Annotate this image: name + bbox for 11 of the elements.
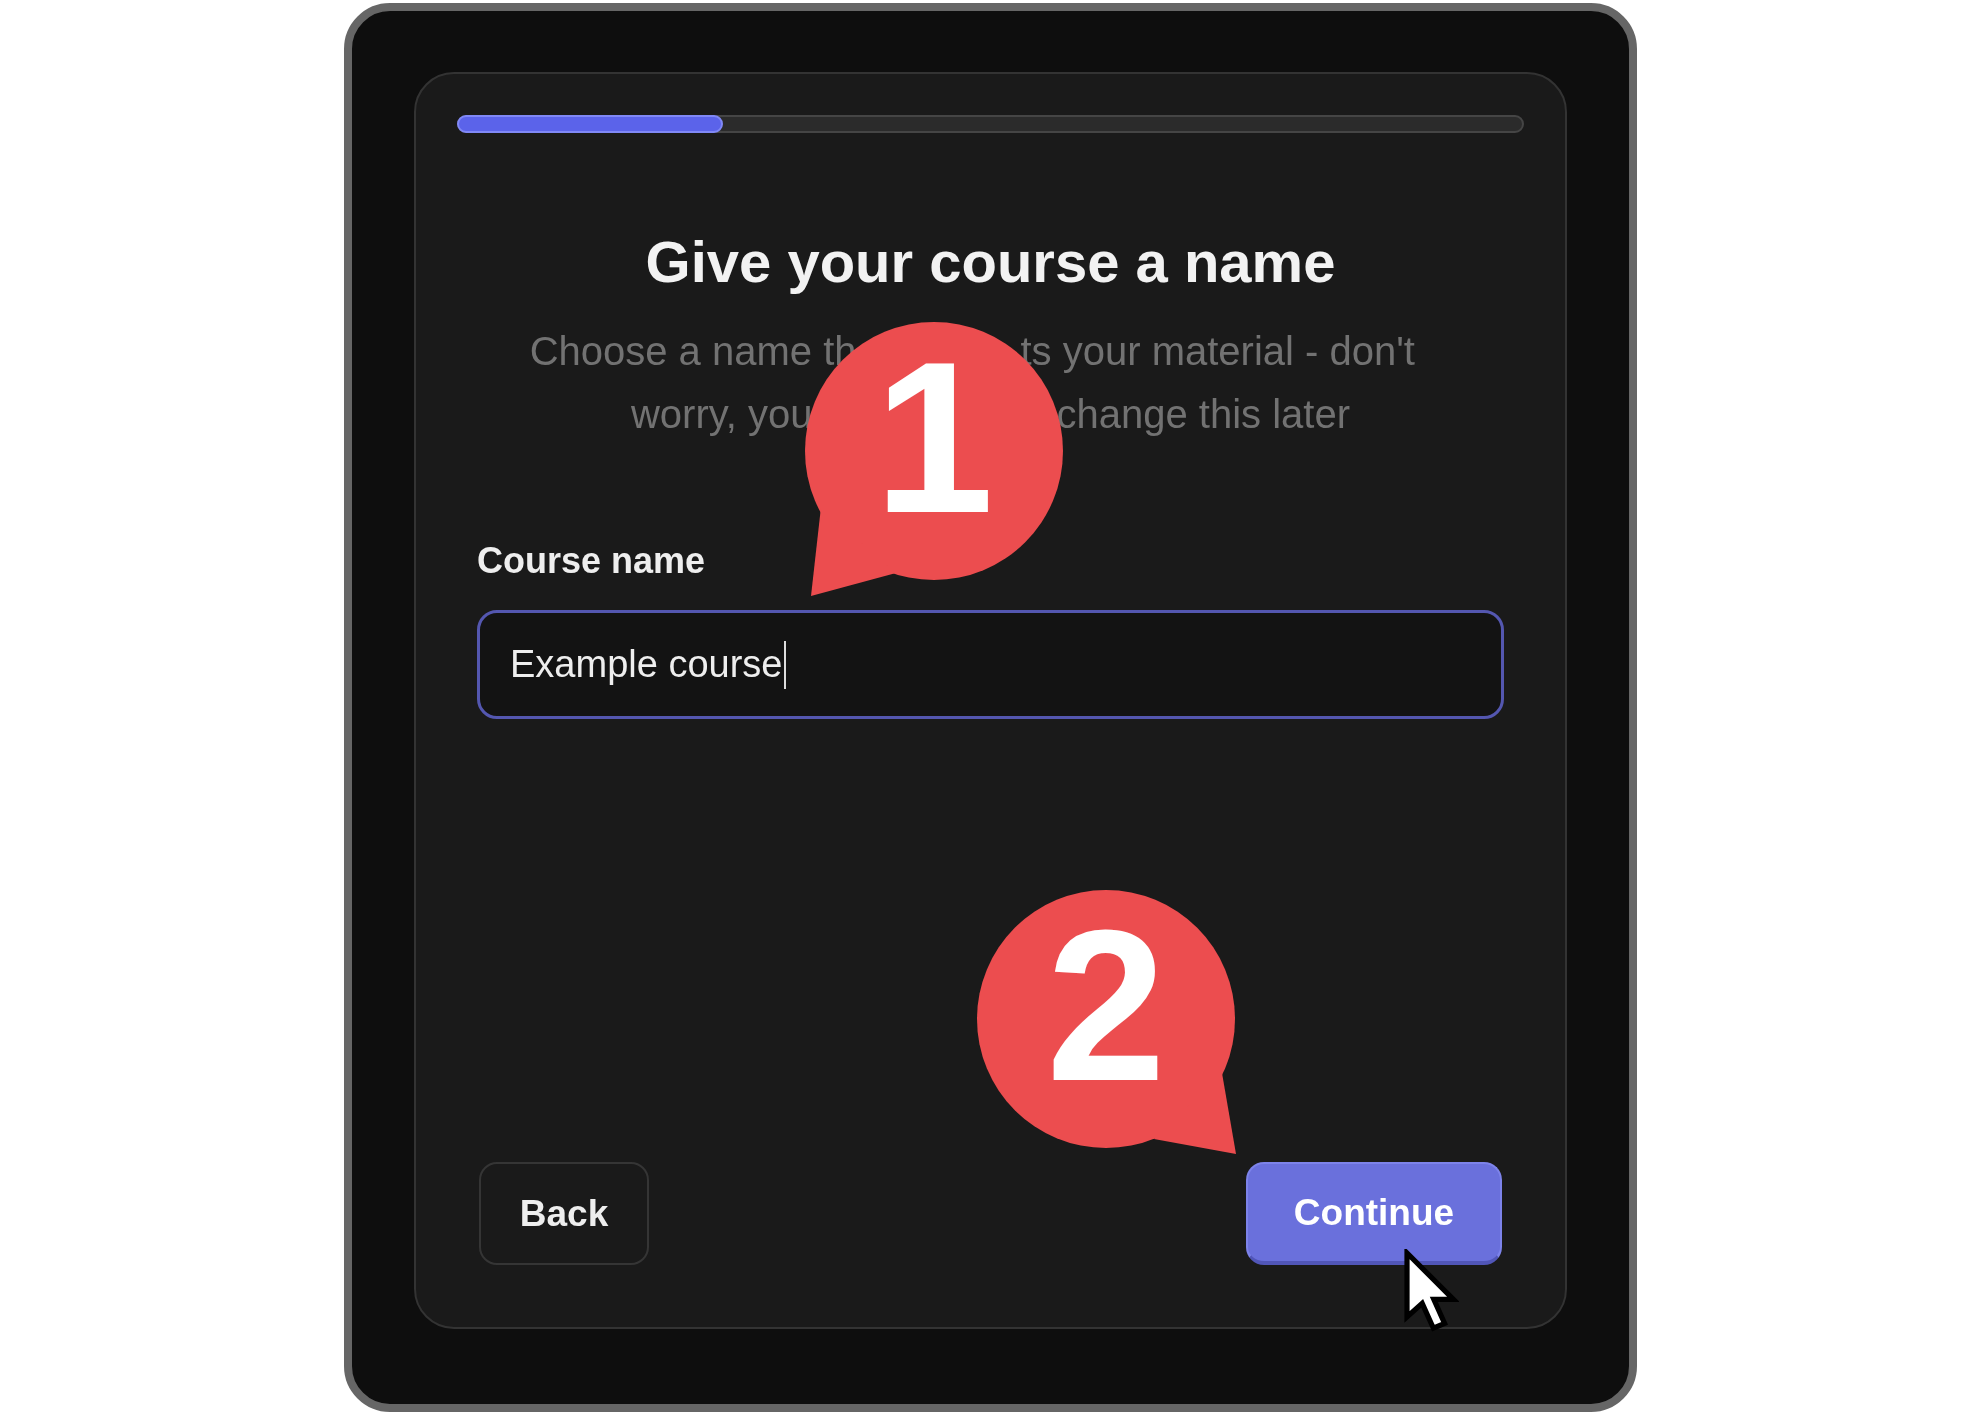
field-label: Course name (477, 541, 706, 581)
continue-button[interactable]: Continue (1246, 1162, 1502, 1265)
text-cursor-icon (784, 640, 787, 689)
mouse-pointer-icon (1403, 1249, 1459, 1333)
back-button[interactable]: Back (479, 1162, 649, 1265)
text-input-field[interactable]: Example course (477, 610, 1504, 719)
subtitle-text: change this later (1056, 392, 1350, 436)
dialog-title: Give your course a name (645, 230, 1336, 294)
step-callout: 2 (977, 890, 1237, 1154)
subtitle-text: ts your material - don't (1020, 329, 1415, 373)
subtitle-text: worry, you (630, 392, 813, 436)
